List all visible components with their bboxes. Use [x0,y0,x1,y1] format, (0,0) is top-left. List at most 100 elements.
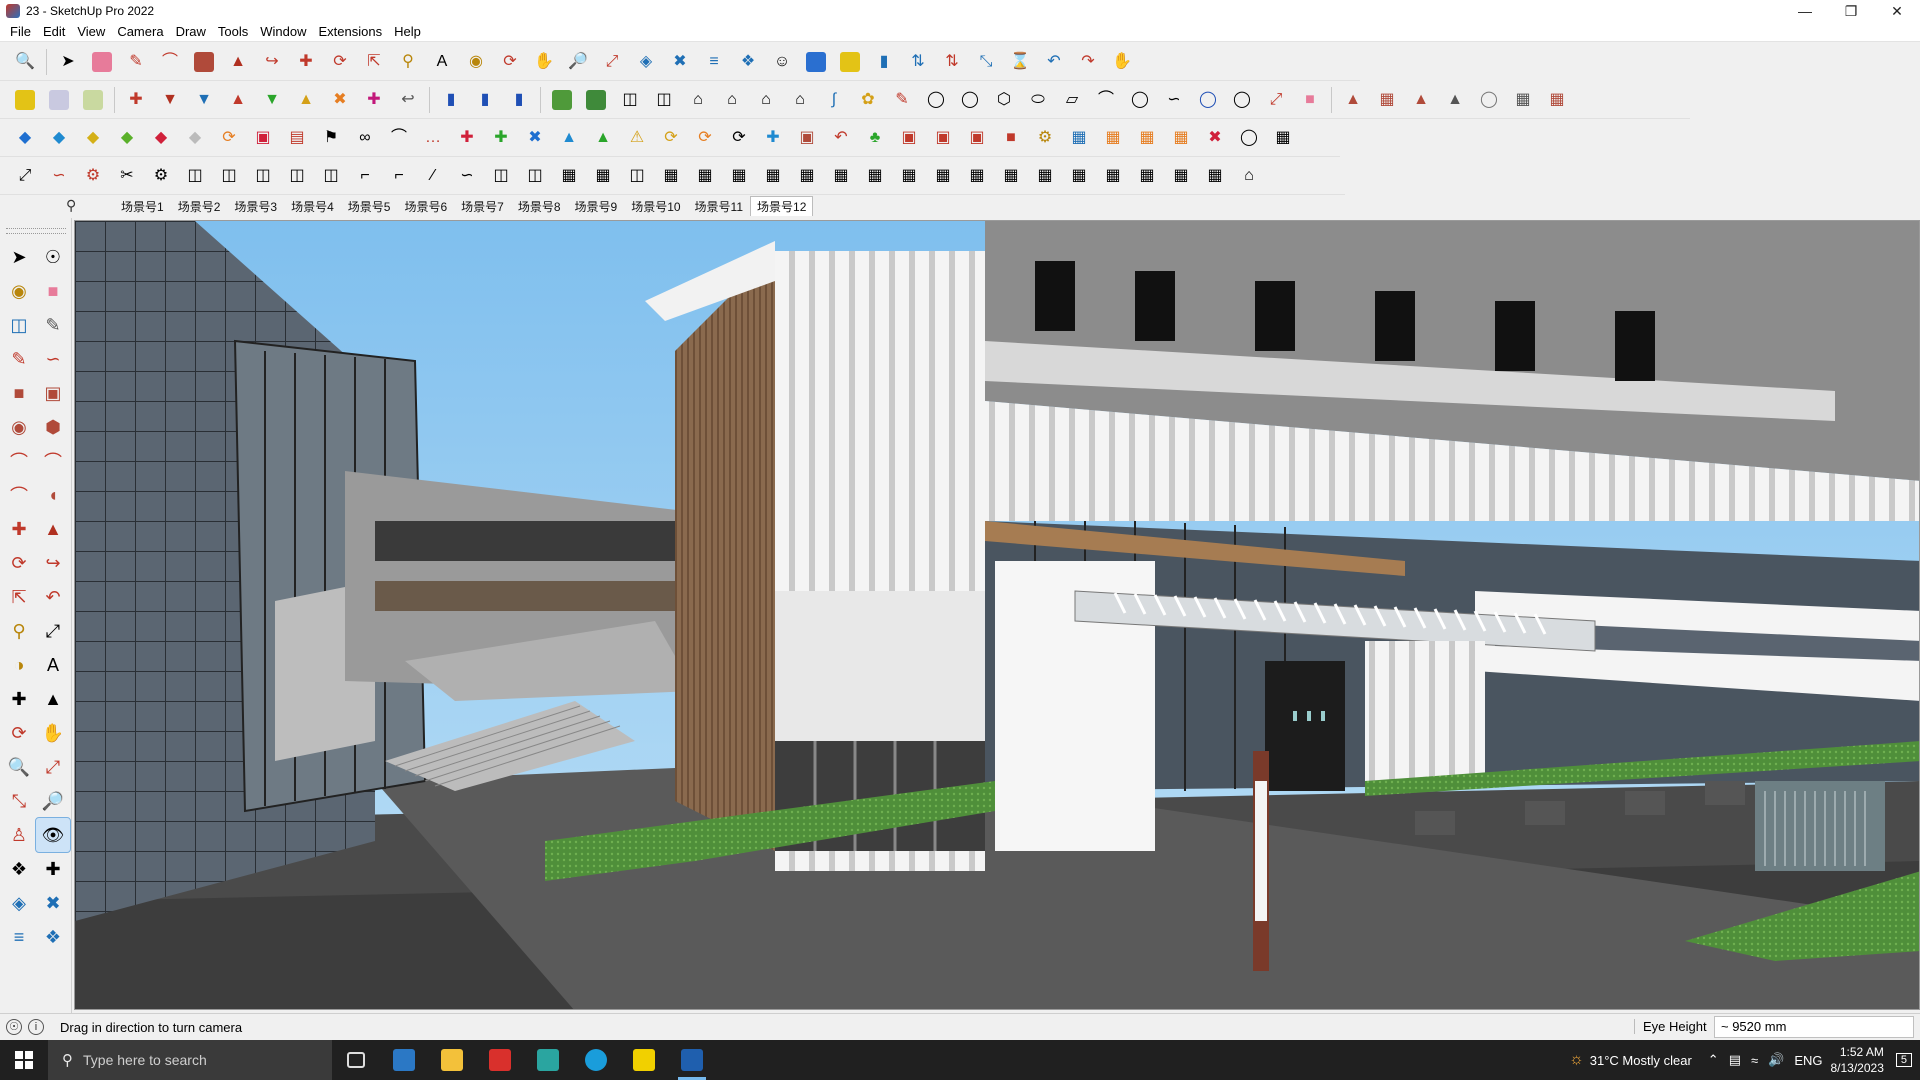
menu-tools[interactable]: Tools [212,24,254,39]
pushpull-left-icon[interactable]: ▲ [36,512,70,546]
zoom-window-icon[interactable]: ⤢ [598,48,626,76]
curve-edit-icon[interactable]: ◯ [1228,86,1256,114]
solid-split-icon[interactable]: ▲ [224,86,252,114]
acrobat-icon[interactable] [476,1040,524,1080]
line-tool-icon[interactable]: ✎ [888,86,916,114]
arc-grey-icon[interactable]: ⌒ [385,124,413,152]
plane-green-icon[interactable]: ◆ [113,124,141,152]
mesh-1-icon[interactable]: ▦ [725,162,753,190]
extrude-3-icon[interactable]: ◫ [249,162,277,190]
slope-icon[interactable]: ∕ [419,162,447,190]
menu-edit[interactable]: Edit [37,24,71,39]
rails-icon[interactable]: ▦ [589,162,617,190]
scene-tab[interactable]: 场景号7 [454,196,511,216]
box-icon[interactable]: ▣ [793,124,821,152]
taskbar-search[interactable]: ⚲ Type here to search [48,1040,332,1080]
scene-tab[interactable]: 场景号5 [341,196,398,216]
mesh-6-icon[interactable]: ▦ [895,162,923,190]
zoom-left-icon[interactable]: 🔍 [2,750,36,784]
menu-help[interactable]: Help [388,24,427,39]
left-view-icon[interactable]: ⌂ [786,86,814,114]
solid-subtract-icon[interactable]: ▼ [156,86,184,114]
ext-manager-left-icon[interactable]: ❖ [36,920,70,954]
menu-camera[interactable]: Camera [111,24,169,39]
extrude-5-icon[interactable]: ◫ [317,162,345,190]
square-red-icon[interactable]: ▣ [249,124,277,152]
component-b-icon[interactable]: ▣ [929,124,957,152]
weld-icon[interactable]: ⤢ [11,162,39,190]
mesh-5-icon[interactable]: ▦ [861,162,889,190]
flag-icon[interactable]: ⚑ [317,124,345,152]
shape-parallelogram-icon[interactable]: ▱ [1058,86,1086,114]
array-icon[interactable]: ▦ [1065,124,1093,152]
mesh-3-icon[interactable]: ▦ [793,162,821,190]
shape-arc-icon[interactable]: ⌒ [1092,86,1120,114]
plane-grey-icon[interactable]: ◆ [181,124,209,152]
language-indicator[interactable]: ENG [1794,1053,1822,1068]
polygon-left-icon[interactable]: ⬢ [36,410,70,444]
menu-draw[interactable]: Draw [170,24,212,39]
sketchup-taskbar-icon[interactable] [668,1040,716,1080]
plane-blue-2-icon[interactable]: ◆ [45,124,73,152]
nodes-icon[interactable]: ▦ [1269,124,1297,152]
loop-yellow-icon[interactable]: ⟳ [657,124,685,152]
eraser-pink-icon[interactable]: ■ [1296,86,1324,114]
scale-icon[interactable]: ⇱ [360,48,388,76]
layout-icon[interactable]: ≡ [700,48,728,76]
bezier-icon[interactable]: ⚙ [79,162,107,190]
scene-tab[interactable]: 场景号11 [688,196,750,216]
chevron-up-icon[interactable]: ⌃ [1708,1052,1719,1068]
scene-tab[interactable]: 场景号6 [397,196,454,216]
extension-warehouse-icon[interactable]: ✖ [666,48,694,76]
scene-tab-active[interactable]: 场景号12 [750,196,814,216]
scissors-icon[interactable]: ✂ [113,162,141,190]
rotate-orange-icon[interactable]: ⟳ [215,124,243,152]
position-camera-icon[interactable]: ♙ [2,818,36,852]
volume-icon[interactable]: 🔊 [1768,1052,1784,1068]
layout-left-icon[interactable]: ≡ [2,920,36,954]
extrude-4-icon[interactable]: ◫ [283,162,311,190]
3dtext-left-icon[interactable]: ▲ [36,682,70,716]
component-c-icon[interactable]: ▣ [963,124,991,152]
stair-icon[interactable]: ▲ [1407,86,1435,114]
freehand-icon[interactable]: ∽ [36,342,70,376]
terrain-icon[interactable] [548,86,576,114]
toolbar-grip[interactable] [5,228,66,234]
fillet-icon[interactable]: ⚙ [147,162,175,190]
shape-circle-1-icon[interactable]: ◯ [922,86,950,114]
tree-icon[interactable]: ♣ [861,124,889,152]
scene-search-icon[interactable]: ⚲ [66,197,76,214]
solid-outer-icon[interactable]: ▼ [258,86,286,114]
mesh-4-icon[interactable]: ▦ [827,162,855,190]
menu-extensions[interactable]: Extensions [313,24,389,39]
pie-left-icon[interactable]: ◖ [36,478,70,512]
back-view-icon[interactable]: ⌂ [752,86,780,114]
solid-intersect-icon[interactable]: ▲ [292,86,320,114]
scene-tab[interactable]: 场景号3 [227,196,284,216]
circle-left-icon[interactable]: ◉ [2,410,36,444]
look-around-icon[interactable]: 👁 [35,817,71,853]
undo-icon[interactable]: ↶ [1040,48,1068,76]
protractor-left-icon[interactable]: ◑ [2,648,36,682]
corner-2-icon[interactable]: ⌐ [385,162,413,190]
solid-union-icon[interactable]: ✚ [122,86,150,114]
sweep-icon[interactable]: ◫ [521,162,549,190]
cross-green-icon[interactable]: ✚ [487,124,515,152]
mesh-9-icon[interactable]: ▦ [997,162,1025,190]
axes-left-icon[interactable]: ✚ [2,682,36,716]
terrain-add-icon[interactable] [582,86,610,114]
plane-red-icon[interactable]: ◆ [147,124,175,152]
sticky-notes-icon[interactable] [620,1040,668,1080]
pan-left-icon[interactable]: ✋ [36,716,70,750]
hatch-1-icon[interactable]: ▦ [1099,124,1127,152]
solid-shell-icon[interactable]: ✖ [326,86,354,114]
shape-circle-3-icon[interactable]: ◯ [1126,86,1154,114]
tube-icon[interactable]: ◫ [623,162,651,190]
rectangle-left-icon[interactable]: ■ [2,376,36,410]
group-icon[interactable] [836,48,864,76]
pan-icon[interactable]: ✋ [530,48,558,76]
geo-location-icon[interactable]: ☉ [6,1019,22,1035]
wireframe-icon[interactable] [79,86,107,114]
arc3-left-icon[interactable]: ⌒ [2,478,36,512]
scene-tab[interactable]: 场景号4 [284,196,341,216]
